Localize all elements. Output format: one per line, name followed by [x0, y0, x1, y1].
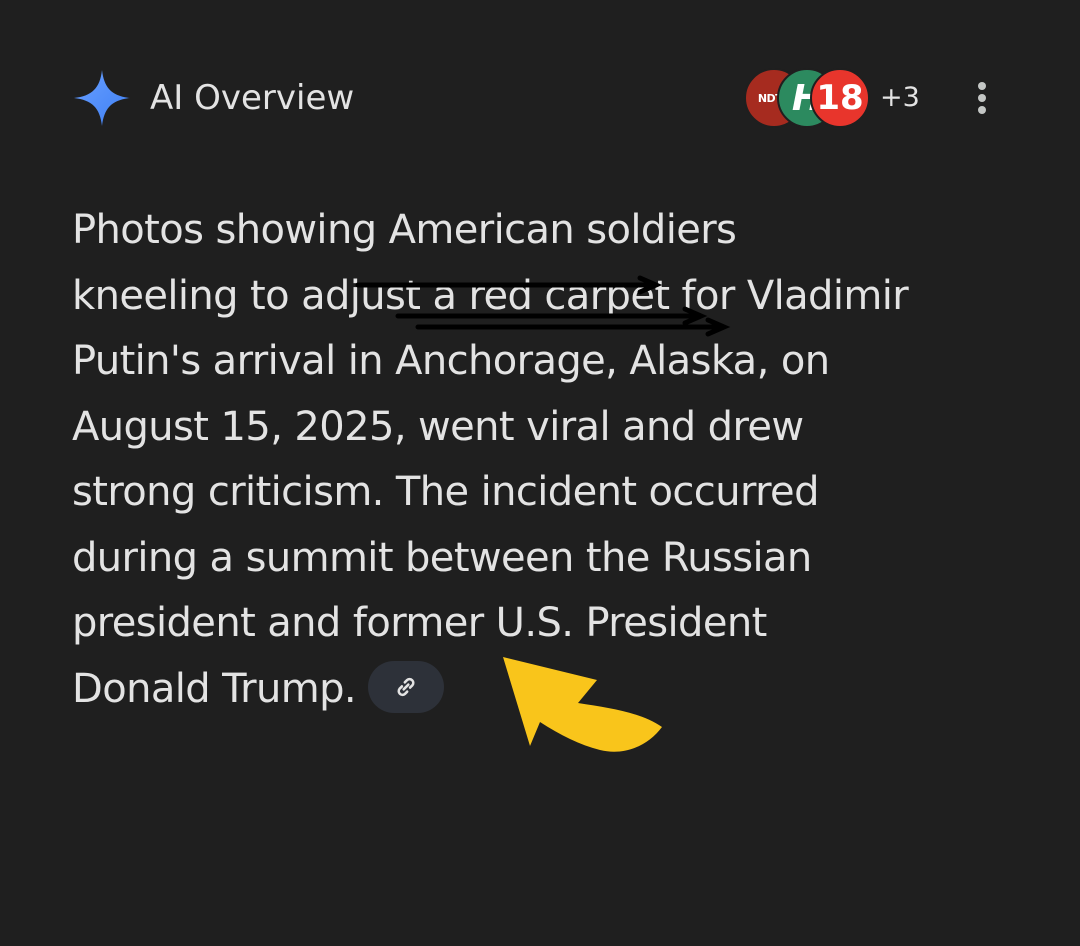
overview-line: Putin's arrival in Anchorage, Alaska, on [72, 338, 830, 384]
link-button[interactable] [367, 660, 444, 713]
menu-dot [978, 106, 986, 114]
menu-dot [978, 94, 986, 102]
overview-line: during a summit between the Russian [72, 534, 812, 581]
overview-line: president and former U.S. President [72, 600, 767, 646]
more-sources-count[interactable]: +3 [880, 81, 920, 115]
source-avatar-18[interactable]: 18 [810, 68, 870, 128]
overview-line: August 15, 2025, went viral and drew [72, 403, 804, 450]
source-avatars[interactable]: NDTV H 18 +3 [744, 68, 924, 128]
sparkle-icon [74, 70, 130, 126]
ai-overview-header: AI Overview NDTV H 18 +3 [72, 66, 1008, 130]
overview-line: strong criticism. The incident occurred [72, 469, 819, 515]
more-vert-icon[interactable] [968, 78, 996, 118]
overview-last-line: Donald Trump. [72, 657, 1022, 723]
overview-line: Donald Trump. [72, 665, 357, 712]
page-title: AI Overview [150, 78, 355, 118]
overview-line: kneeling to adjust a red carpet for Vlad… [72, 272, 909, 319]
link-icon [397, 677, 415, 696]
overview-line: Photos showing American soldiers [72, 207, 737, 253]
overview-text: Photos showing American soldiers kneelin… [72, 198, 1022, 722]
menu-dot [978, 82, 986, 90]
